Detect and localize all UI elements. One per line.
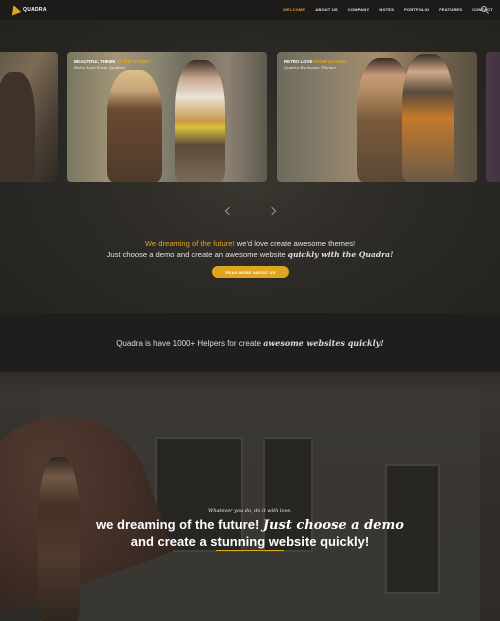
- slide-title: RETRO LOVE FROM QUADRA: [284, 59, 348, 64]
- intro-line-2: Just choose a demo and create an awesome…: [106, 250, 394, 259]
- nav-item-notes[interactable]: NOTES: [379, 7, 394, 12]
- slide-subtitle: Retro Lost From Quadra!: [74, 65, 126, 70]
- logo[interactable]: QUADRA: [8, 3, 47, 16]
- top-navbar: QUADRA WELCOME ABOUT US COMPANY NOTES PO…: [0, 0, 500, 20]
- slide-card[interactable]: RETRO LOVE FROM QUADRA Quadra Exclusive …: [277, 52, 477, 182]
- nav-item-features[interactable]: FEATURES: [439, 7, 462, 12]
- read-more-button[interactable]: READ MORE ABOUT US: [212, 266, 289, 278]
- intro-line-1: We dreaming of the future! we'd love cre…: [144, 239, 356, 248]
- nav-item-company[interactable]: COMPANY: [348, 7, 370, 12]
- photo-figure: [0, 72, 35, 182]
- photo-figure: [402, 54, 454, 182]
- nav-item-portfolio[interactable]: PORTFOLIO: [404, 7, 429, 12]
- slide-card-partial-right[interactable]: [486, 52, 500, 182]
- photo-figure: [175, 60, 225, 182]
- nav-item-welcome[interactable]: WELCOME: [283, 7, 305, 12]
- hero-divider: [216, 550, 284, 551]
- search-icon[interactable]: [481, 6, 487, 12]
- logo-text: QUADRA: [23, 6, 47, 13]
- main-nav: WELCOME ABOUT US COMPANY NOTES PORTFOLIO…: [283, 7, 500, 12]
- slide-card[interactable]: BEAUTIFUL THEME AT THE STREET Retro Lost…: [67, 52, 267, 182]
- helpers-text: Quadra is have 1000+ Helpers for create …: [116, 337, 384, 348]
- intro-text: We dreaming of the future! we'd love cre…: [0, 239, 500, 259]
- hero-overlay: [0, 372, 500, 621]
- slide-card-partial-left[interactable]: [0, 52, 58, 182]
- slide-subtitle: Quadra Exclusive Theme!: [284, 65, 337, 70]
- hero-tagline: Whatever you do, do it with love.: [208, 508, 292, 514]
- slide-caption: BEAUTIFUL THEME AT THE STREET Retro Lost…: [74, 59, 151, 70]
- helpers-band: Quadra is have 1000+ Helpers for create …: [0, 313, 500, 372]
- logo-icon: [8, 3, 22, 16]
- nav-item-about-us[interactable]: ABOUT US: [315, 7, 338, 12]
- slide-title: BEAUTIFUL THEME AT THE STREET: [74, 59, 151, 64]
- photo-figure: [107, 70, 162, 182]
- hero-title: we dreaming of the future! Just choose a…: [96, 517, 404, 549]
- slide-caption: RETRO LOVE FROM QUADRA Quadra Exclusive …: [284, 59, 347, 70]
- hero-section: Whatever you do, do it with love. we dre…: [0, 372, 500, 621]
